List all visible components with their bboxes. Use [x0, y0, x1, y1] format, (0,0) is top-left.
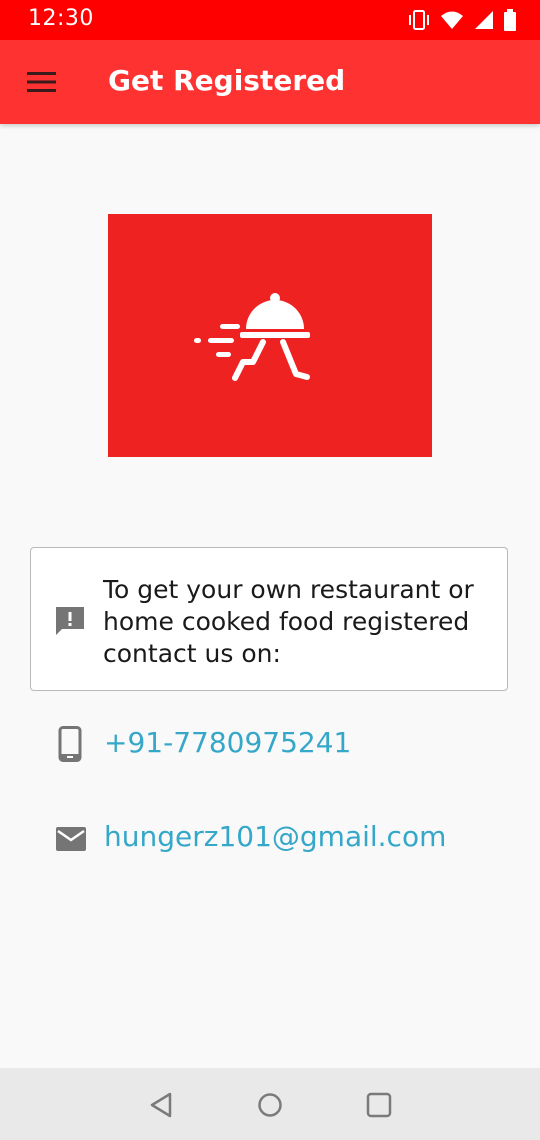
- status-icons: [408, 9, 516, 35]
- back-icon: [150, 1092, 172, 1118]
- app-bar: Get Registered: [0, 40, 540, 124]
- page-title: Get Registered: [108, 64, 346, 97]
- hamburger-menu-icon: [27, 72, 56, 92]
- menu-button[interactable]: [20, 62, 64, 102]
- home-icon: [258, 1093, 282, 1117]
- feedback-alert-icon: [53, 604, 87, 642]
- mail-icon: [55, 826, 87, 856]
- home-button[interactable]: [255, 1090, 285, 1120]
- signal-icon: [474, 10, 494, 34]
- wifi-icon: [440, 10, 464, 34]
- app-logo: [108, 214, 432, 457]
- status-time: 12:30: [28, 6, 94, 31]
- food-delivery-cloche-icon: [194, 293, 310, 381]
- recents-button[interactable]: [364, 1090, 394, 1120]
- system-nav-bar: [0, 1068, 540, 1140]
- vibrate-icon: [408, 10, 430, 34]
- phone-link[interactable]: +91-7780975241: [104, 726, 351, 759]
- back-button[interactable]: [146, 1090, 176, 1120]
- battery-icon: [504, 9, 516, 35]
- smartphone-icon: [58, 726, 82, 766]
- info-message: To get your own restaurant or home cooke…: [103, 575, 474, 668]
- email-link[interactable]: hungerz101@gmail.com: [104, 820, 446, 853]
- status-bar: 12:30: [0, 0, 540, 40]
- recents-icon: [366, 1092, 392, 1118]
- info-card: To get your own restaurant or home cooke…: [30, 547, 508, 691]
